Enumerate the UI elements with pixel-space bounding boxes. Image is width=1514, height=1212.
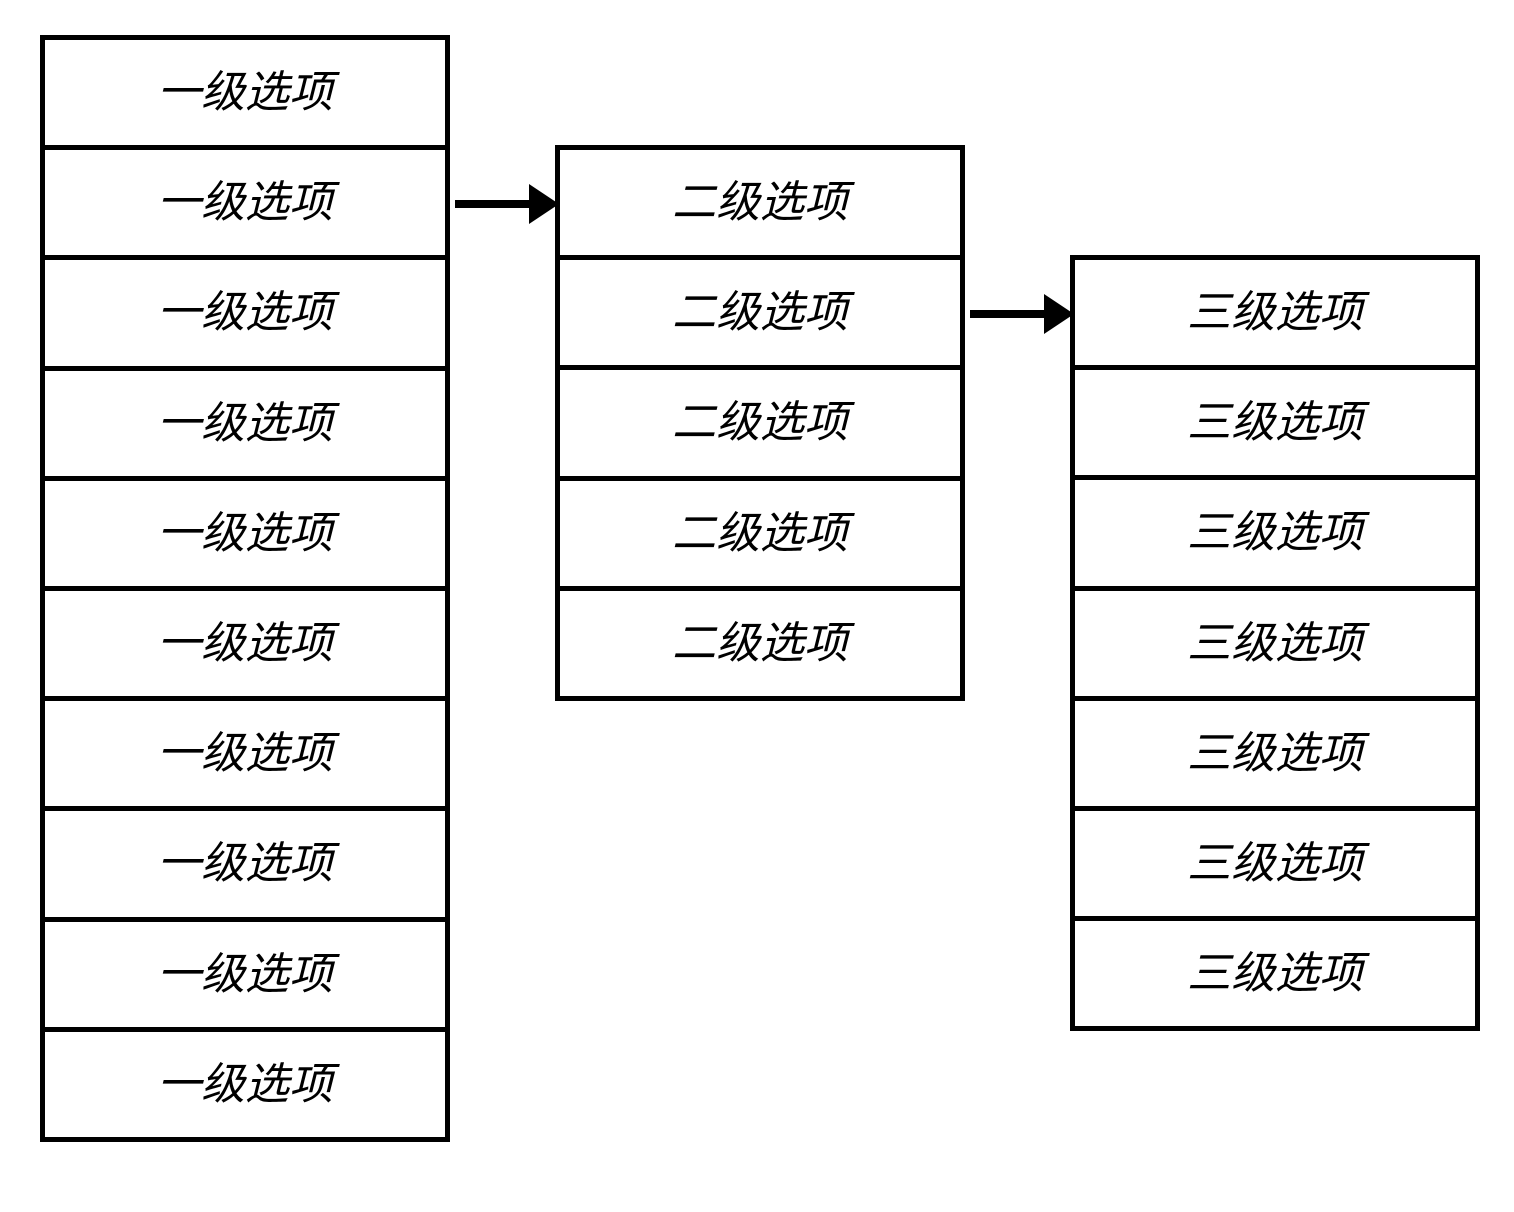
level3-item[interactable]: 三级选项 xyxy=(1075,811,1475,921)
diagram-canvas: 一级选项 一级选项 一级选项 一级选项 一级选项 一级选项 一级选项 一级选项 … xyxy=(0,0,1514,1212)
level3-item[interactable]: 三级选项 xyxy=(1075,921,1475,1026)
level1-item[interactable]: 一级选项 xyxy=(45,922,445,1032)
level1-item[interactable]: 一级选项 xyxy=(45,1032,445,1137)
level1-item[interactable]: 一级选项 xyxy=(45,591,445,701)
level1-item[interactable]: 一级选项 xyxy=(45,701,445,811)
level1-item[interactable]: 一级选项 xyxy=(45,481,445,591)
level1-item[interactable]: 一级选项 xyxy=(45,811,445,921)
level1-item[interactable]: 一级选项 xyxy=(45,150,445,260)
level3-item[interactable]: 三级选项 xyxy=(1075,480,1475,590)
level2-item[interactable]: 二级选项 xyxy=(560,591,960,696)
arrow-level2-to-level3 xyxy=(970,310,1070,318)
level2-item[interactable]: 二级选项 xyxy=(560,481,960,591)
level1-item[interactable]: 一级选项 xyxy=(45,371,445,481)
level2-menu: 二级选项 二级选项 二级选项 二级选项 二级选项 xyxy=(555,145,965,701)
level2-item[interactable]: 二级选项 xyxy=(560,260,960,370)
arrow-level1-to-level2 xyxy=(455,200,555,208)
level3-item[interactable]: 三级选项 xyxy=(1075,260,1475,370)
level1-item[interactable]: 一级选项 xyxy=(45,40,445,150)
arrow-line xyxy=(455,200,535,208)
arrow-line xyxy=(970,310,1050,318)
level1-menu: 一级选项 一级选项 一级选项 一级选项 一级选项 一级选项 一级选项 一级选项 … xyxy=(40,35,450,1142)
level2-item[interactable]: 二级选项 xyxy=(560,370,960,480)
level2-item[interactable]: 二级选项 xyxy=(560,150,960,260)
level3-menu: 三级选项 三级选项 三级选项 三级选项 三级选项 三级选项 三级选项 xyxy=(1070,255,1480,1031)
level1-item[interactable]: 一级选项 xyxy=(45,260,445,370)
level3-item[interactable]: 三级选项 xyxy=(1075,370,1475,480)
level3-item[interactable]: 三级选项 xyxy=(1075,591,1475,701)
level3-item[interactable]: 三级选项 xyxy=(1075,701,1475,811)
